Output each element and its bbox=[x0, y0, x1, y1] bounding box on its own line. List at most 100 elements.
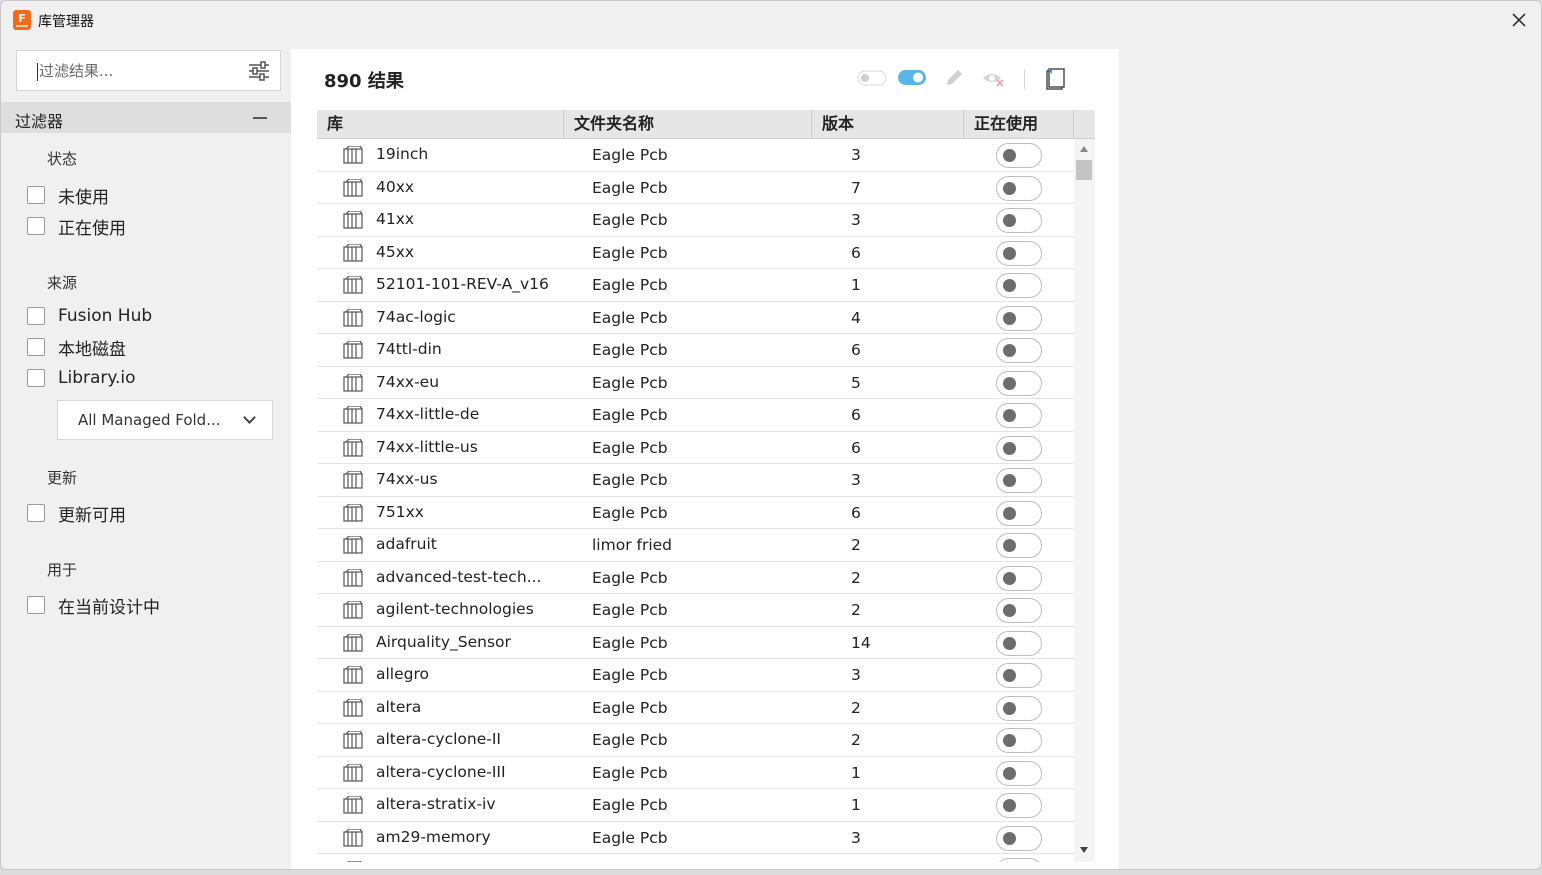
library-icon bbox=[343, 535, 363, 554]
library-name-cell: Airquality_Sensor bbox=[376, 632, 511, 651]
checkbox[interactable] bbox=[27, 186, 45, 204]
folder-name-cell: Eagle Pcb bbox=[592, 243, 668, 262]
table-row[interactable]: 45xx Eagle Pcb 6 bbox=[317, 237, 1074, 269]
toggle-knob bbox=[1003, 636, 1016, 650]
library-name-cell: agilent-technologies bbox=[376, 600, 534, 618]
checkbox[interactable] bbox=[27, 217, 45, 235]
filter-option-current-design[interactable]: 在当前设计中 bbox=[27, 593, 160, 618]
in-use-toggle[interactable] bbox=[996, 663, 1042, 688]
table-row[interactable]: am29-memory Eagle Pcb 3 bbox=[317, 822, 1074, 854]
table-row[interactable]: agilent-technologies Eagle Pcb 2 bbox=[317, 594, 1074, 627]
table-row[interactable]: 74xx-us Eagle Pcb 3 bbox=[317, 464, 1074, 497]
folder-name-cell: Eagle Pcb bbox=[592, 211, 668, 229]
table-row[interactable]: 751xx Eagle Pcb 6 bbox=[317, 497, 1074, 529]
in-use-toggle[interactable] bbox=[996, 825, 1042, 851]
in-use-toggle[interactable] bbox=[996, 760, 1042, 786]
in-use-toggle[interactable] bbox=[996, 175, 1042, 201]
in-use-toggle[interactable] bbox=[996, 728, 1042, 753]
table-row[interactable]: altera-cyclone-III Eagle Pcb 1 bbox=[317, 757, 1074, 789]
filter-option-unused[interactable]: 未使用 bbox=[27, 183, 109, 208]
in-use-toggle[interactable] bbox=[996, 598, 1042, 623]
library-book-icon[interactable] bbox=[1044, 67, 1066, 91]
managed-folders-dropdown[interactable]: All Managed Fold... bbox=[57, 400, 273, 440]
table-row[interactable]: Airquality_Sensor Eagle Pcb 14 bbox=[317, 627, 1074, 659]
library-icon bbox=[343, 600, 363, 619]
scroll-up-arrow-icon[interactable] bbox=[1080, 146, 1088, 152]
in-use-toggle[interactable] bbox=[996, 403, 1042, 428]
close-button[interactable] bbox=[1505, 7, 1533, 33]
library-icon bbox=[343, 340, 363, 359]
checkbox-label: 正在使用 bbox=[58, 218, 126, 239]
scroll-down-arrow-icon[interactable] bbox=[1080, 847, 1088, 853]
checkbox[interactable] bbox=[27, 596, 45, 614]
table-row[interactable]: 41xx Eagle Pcb 3 bbox=[317, 204, 1074, 237]
in-use-toggle[interactable] bbox=[996, 305, 1042, 331]
table-row[interactable]: altera-cyclone-II Eagle Pcb 2 bbox=[317, 724, 1074, 757]
in-use-toggle[interactable] bbox=[996, 143, 1042, 168]
filters-header-label: 过滤器 bbox=[15, 112, 64, 131]
in-use-toggle[interactable] bbox=[996, 565, 1042, 591]
filter-option-fusion-hub[interactable]: Fusion Hub bbox=[27, 304, 152, 328]
in-use-toggle[interactable] bbox=[996, 208, 1042, 233]
version-cell: 6 bbox=[851, 503, 861, 522]
library-name-cell: am29-memory bbox=[376, 827, 491, 846]
checkbox[interactable] bbox=[27, 307, 45, 325]
column-header-in-use[interactable]: 正在使用 bbox=[964, 110, 1074, 139]
table-row[interactable]: 74xx-eu Eagle Pcb 5 bbox=[317, 367, 1074, 399]
filter-option-library-io[interactable]: Library.io bbox=[27, 366, 136, 390]
filter-sidebar: 过滤器 状态 未使用 正在使用 来源 Fusion Hub 本地磁盘 Libra… bbox=[1, 39, 291, 869]
library-name-cell: 52101-101-REV-A_v16 bbox=[376, 275, 549, 293]
table-row[interactable]: 52101-101-REV-A_v16 Eagle Pcb 1 bbox=[317, 269, 1074, 302]
toggle-off-all-icon[interactable] bbox=[857, 70, 887, 86]
filter-option-local-disk[interactable]: 本地磁盘 bbox=[27, 335, 126, 360]
vertical-scrollbar[interactable] bbox=[1074, 139, 1095, 862]
table-row[interactable]: advanced-test-tech... Eagle Pcb 2 bbox=[317, 562, 1074, 594]
edit-pencil-icon[interactable] bbox=[943, 67, 965, 89]
column-header-version[interactable]: 版本 bbox=[812, 110, 964, 139]
in-use-toggle[interactable] bbox=[996, 338, 1042, 363]
table-row[interactable]: 40xx Eagle Pcb 7 bbox=[317, 172, 1074, 204]
table-row[interactable] bbox=[317, 854, 1074, 862]
in-use-toggle[interactable] bbox=[996, 793, 1042, 818]
toggle-on-all-icon[interactable] bbox=[897, 69, 927, 86]
filters-header[interactable]: 过滤器 bbox=[1, 102, 291, 133]
in-use-toggle[interactable] bbox=[996, 630, 1042, 656]
in-use-toggle[interactable] bbox=[996, 273, 1042, 298]
in-use-toggle[interactable] bbox=[996, 468, 1042, 493]
library-icon bbox=[343, 762, 363, 782]
in-use-toggle[interactable] bbox=[996, 858, 1042, 862]
table-row[interactable]: adafruit limor fried 2 bbox=[317, 529, 1074, 562]
column-header-folder[interactable]: 文件夹名称 bbox=[564, 110, 812, 139]
table-row[interactable]: 74xx-little-us Eagle Pcb 6 bbox=[317, 432, 1074, 464]
in-use-toggle[interactable] bbox=[996, 435, 1042, 461]
library-name-cell: 45xx bbox=[376, 242, 415, 261]
version-cell: 3 bbox=[851, 666, 861, 684]
version-cell: 6 bbox=[851, 243, 861, 262]
in-use-toggle[interactable] bbox=[996, 240, 1042, 266]
collapse-minus-icon[interactable] bbox=[253, 117, 267, 119]
in-use-toggle[interactable] bbox=[996, 533, 1042, 558]
column-header-library[interactable]: 库 bbox=[317, 110, 564, 139]
table-row[interactable]: 74xx-little-de Eagle Pcb 6 bbox=[317, 399, 1074, 432]
table-row[interactable]: 19inch Eagle Pcb 3 bbox=[317, 139, 1074, 172]
in-use-toggle[interactable] bbox=[996, 370, 1042, 396]
search-input[interactable] bbox=[39, 59, 239, 83]
table-row[interactable]: allegro Eagle Pcb 3 bbox=[317, 659, 1074, 692]
in-use-toggle[interactable] bbox=[996, 500, 1042, 526]
in-use-toggle[interactable] bbox=[996, 695, 1042, 721]
checkbox-label: 在当前设计中 bbox=[58, 597, 160, 618]
checkbox[interactable] bbox=[27, 338, 45, 356]
filter-settings-icon[interactable] bbox=[248, 60, 270, 82]
checkbox[interactable] bbox=[27, 504, 45, 522]
checkbox[interactable] bbox=[27, 369, 45, 387]
table-row[interactable]: altera Eagle Pcb 2 bbox=[317, 692, 1074, 724]
version-cell: 6 bbox=[851, 438, 861, 457]
filter-option-in-use[interactable]: 正在使用 bbox=[27, 214, 126, 239]
table-row[interactable]: altera-stratix-iv Eagle Pcb 1 bbox=[317, 789, 1074, 822]
filter-option-update-available[interactable]: 更新可用 bbox=[27, 501, 126, 526]
hide-eye-icon[interactable] bbox=[981, 68, 1007, 88]
title-bar: F 库管理器 bbox=[1, 1, 1541, 39]
table-row[interactable]: 74ac-logic Eagle Pcb 4 bbox=[317, 302, 1074, 334]
scrollbar-thumb[interactable] bbox=[1076, 160, 1092, 180]
table-row[interactable]: 74ttl-din Eagle Pcb 6 bbox=[317, 334, 1074, 367]
